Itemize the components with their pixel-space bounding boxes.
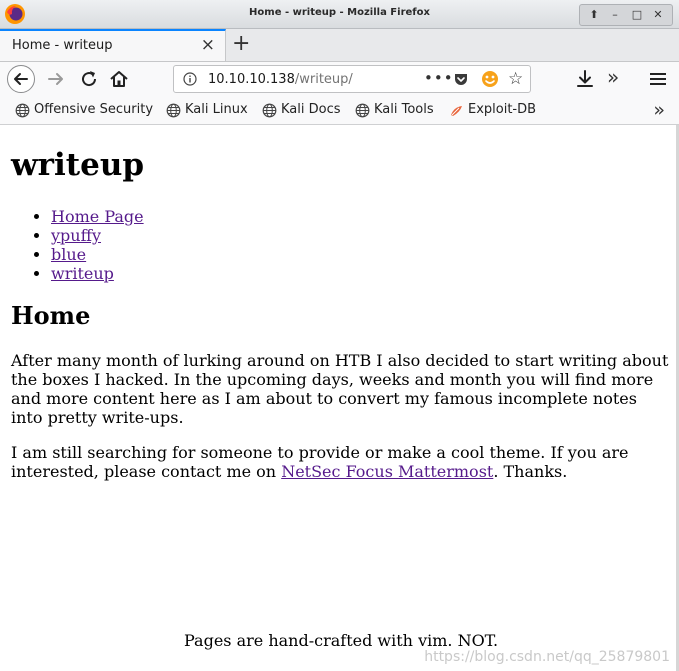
site-nav-list: Home Page ypuffy blue writeup bbox=[11, 207, 144, 283]
globe-icon bbox=[262, 103, 277, 118]
list-item: Home Page bbox=[51, 207, 144, 226]
list-item: blue bbox=[51, 245, 144, 264]
page-actions-button[interactable]: ••• bbox=[424, 69, 454, 87]
hamburger-menu-icon[interactable] bbox=[648, 68, 668, 90]
new-tab-button[interactable]: + bbox=[232, 31, 250, 56]
bookmarks-overflow-button[interactable]: » bbox=[653, 99, 665, 121]
window-controls: ⬆ – □ ✕ bbox=[579, 4, 673, 26]
nav-link-writeup[interactable]: writeup bbox=[51, 264, 114, 283]
nav-link-home-page[interactable]: Home Page bbox=[51, 207, 144, 226]
forward-button[interactable] bbox=[45, 68, 67, 90]
globe-icon bbox=[15, 103, 30, 118]
back-arrow-icon bbox=[14, 73, 28, 85]
globe-icon bbox=[166, 103, 181, 118]
bookmark-star-icon[interactable]: ☆ bbox=[508, 69, 523, 89]
page-title: writeup bbox=[11, 147, 145, 183]
window-close-icon[interactable]: ✕ bbox=[650, 7, 666, 23]
reload-button[interactable] bbox=[78, 68, 100, 90]
home-button[interactable] bbox=[108, 68, 130, 90]
bookmark-label: Kali Linux bbox=[185, 102, 248, 117]
bookmark-label: Kali Tools bbox=[374, 102, 434, 117]
intro-paragraph: After many month of lurking around on HT… bbox=[11, 351, 669, 427]
contact-text-after: . Thanks. bbox=[493, 462, 568, 481]
url-text[interactable]: 10.10.10.138/writeup/ bbox=[208, 72, 353, 87]
pocket-icon[interactable] bbox=[453, 71, 469, 87]
bookmarks-toolbar: Offensive Security Kali Linux Kali Docs … bbox=[0, 98, 679, 125]
site-info-icon[interactable] bbox=[183, 72, 197, 86]
window-minimize-icon[interactable]: – bbox=[607, 7, 623, 23]
watermark: https://blog.csdn.net/qq_25879801 bbox=[424, 649, 670, 665]
globe-icon bbox=[355, 103, 370, 118]
back-button[interactable] bbox=[7, 65, 35, 93]
window-maximize-icon[interactable]: □ bbox=[629, 7, 645, 23]
nav-link-ypuffy[interactable]: ypuffy bbox=[51, 226, 101, 245]
tab-home-writeup[interactable]: Home - writeup × bbox=[0, 29, 226, 61]
window-title: Home - writeup - Mozilla Firefox bbox=[249, 7, 430, 18]
toolbar-overflow-button[interactable]: » bbox=[607, 65, 619, 89]
exploit-db-icon bbox=[451, 106, 462, 116]
list-item: ypuffy bbox=[51, 226, 144, 245]
tab-close-icon[interactable]: × bbox=[201, 35, 215, 55]
bookmark-label: Exploit-DB bbox=[468, 102, 537, 117]
nav-link-blue[interactable]: blue bbox=[51, 245, 86, 264]
section-title: Home bbox=[11, 301, 91, 330]
page-content: writeup Home Page ypuffy blue writeup Ho… bbox=[0, 125, 676, 671]
window-keep-above-icon[interactable]: ⬆ bbox=[586, 7, 602, 23]
downloads-button[interactable] bbox=[574, 68, 596, 90]
bookmark-label: Kali Docs bbox=[281, 102, 341, 117]
bookmark-label: Offensive Security bbox=[34, 102, 154, 117]
list-item: writeup bbox=[51, 264, 144, 283]
tab-strip: Home - writeup × + bbox=[0, 29, 679, 62]
url-bar[interactable]: 10.10.10.138/writeup/ ••• ☆ bbox=[173, 65, 531, 93]
tab-title: Home - writeup bbox=[12, 38, 113, 53]
window-titlebar: Home - writeup - Mozilla Firefox ⬆ – □ ✕ bbox=[0, 0, 679, 29]
navigation-toolbar: 10.10.10.138/writeup/ ••• ☆ » bbox=[0, 62, 679, 98]
extension-smiley-icon[interactable] bbox=[481, 70, 499, 88]
contact-paragraph: I am still searching for someone to prov… bbox=[11, 443, 671, 481]
page-footer: Pages are hand-crafted with vim. NOT. bbox=[184, 631, 499, 650]
url-path: /writeup/ bbox=[294, 72, 353, 87]
url-host: 10.10.10.138 bbox=[208, 72, 295, 87]
mattermost-link[interactable]: NetSec Focus Mattermost bbox=[281, 462, 493, 481]
